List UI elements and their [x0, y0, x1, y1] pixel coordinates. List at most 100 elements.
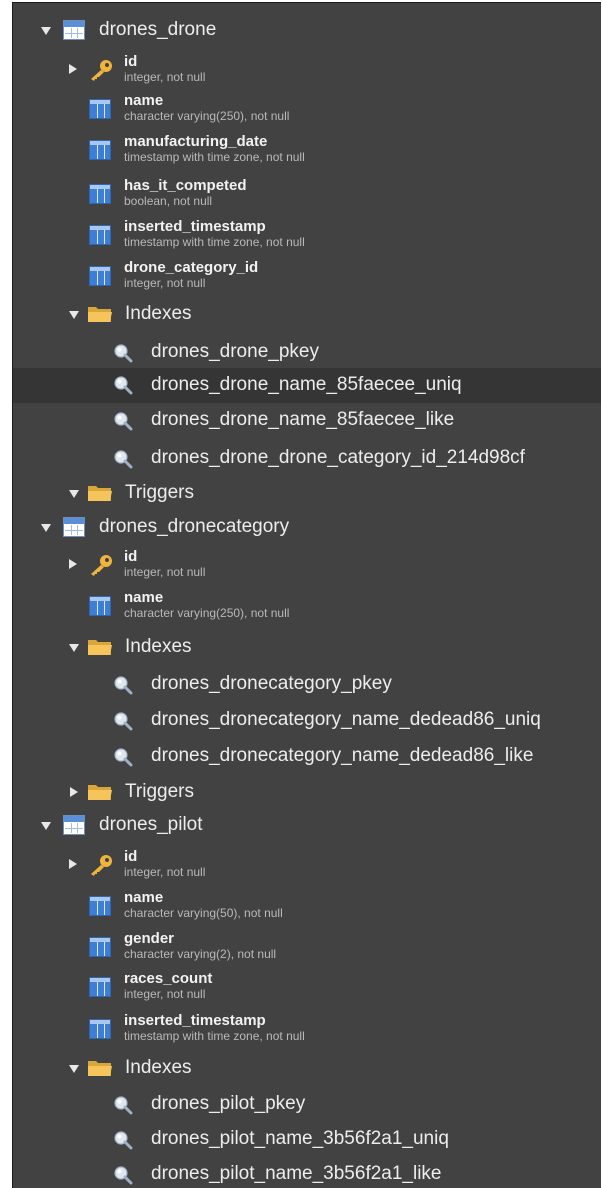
collapsed-triangle-icon[interactable] — [69, 64, 77, 74]
index-row[interactable]: drones_pilot_name_3b56f2a1_like — [13, 1159, 601, 1188]
column-name: id — [124, 548, 138, 565]
column-row-id[interactable]: id integer, not null — [13, 51, 601, 87]
key-icon — [91, 855, 112, 876]
column-row-id[interactable]: id integer, not null — [13, 546, 601, 582]
column-type: character varying(50), not null — [124, 906, 283, 920]
column-name: drone_category_id — [124, 259, 259, 276]
expanded-triangle-icon[interactable] — [69, 1065, 79, 1073]
column-row-inserted-timestamp[interactable]: inserted_timestamp timestamp with time z… — [13, 1010, 601, 1044]
indexes-label: Indexes — [125, 303, 192, 324]
table-icon — [63, 815, 85, 835]
index-row[interactable]: drones_drone_name_85faecee_like — [13, 405, 601, 437]
column-icon — [89, 266, 111, 286]
table-name: drones_dronecategory — [99, 516, 290, 537]
column-name: manufacturing_date — [124, 133, 268, 150]
column-name: gender — [124, 930, 175, 947]
index-row[interactable]: drones_drone_drone_category_id_214d98cf — [13, 443, 601, 475]
column-icon — [89, 896, 111, 916]
column-row-id[interactable]: id integer, not null — [13, 846, 601, 882]
index-name: drones_pilot_name_3b56f2a1_uniq — [151, 1128, 449, 1149]
column-name: name — [124, 889, 164, 906]
column-type: character varying(250), not null — [124, 109, 290, 123]
index-row-selected[interactable]: drones_drone_name_85faecee_uniq — [13, 368, 601, 403]
index-name: drones_pilot_name_3b56f2a1_like — [151, 1163, 442, 1184]
table-icon — [63, 20, 85, 40]
column-name: races_count — [124, 970, 213, 987]
schema-tree-panel: drones_drone id integer, not null name c… — [12, 2, 601, 1188]
expanded-triangle-icon[interactable] — [41, 27, 51, 35]
triggers-folder-row[interactable]: Triggers — [13, 777, 601, 809]
index-row[interactable]: drones_pilot_name_3b56f2a1_uniq — [13, 1124, 601, 1156]
column-name: has_it_competed — [124, 177, 247, 194]
index-name: drones_drone_name_85faecee_like — [151, 409, 455, 430]
indexes-label: Indexes — [125, 636, 192, 657]
index-row[interactable]: drones_pilot_pkey — [13, 1089, 601, 1121]
column-icon — [89, 1019, 111, 1039]
column-type: integer, not null — [124, 565, 206, 579]
triggers-label: Triggers — [125, 482, 194, 503]
index-search-icon — [114, 676, 133, 695]
column-row-name[interactable]: name character varying(250), not null — [13, 90, 601, 124]
column-name: id — [124, 53, 138, 70]
table-row-drones-drone[interactable]: drones_drone — [13, 15, 601, 47]
column-icon — [89, 225, 111, 245]
column-type: character varying(250), not null — [124, 606, 290, 620]
expanded-triangle-icon[interactable] — [69, 311, 79, 319]
key-icon — [91, 555, 112, 576]
column-type: integer, not null — [124, 865, 206, 879]
index-name: drones_drone_drone_category_id_214d98cf — [151, 447, 525, 468]
index-search-icon — [114, 412, 133, 431]
index-row[interactable]: drones_drone_pkey — [13, 337, 601, 369]
column-name: name — [124, 589, 164, 606]
table-row-drones-pilot[interactable]: drones_pilot — [13, 810, 601, 842]
column-icon — [89, 140, 111, 160]
column-type: timestamp with time zone, not null — [124, 1029, 305, 1043]
folder-icon — [88, 307, 112, 322]
column-row-inserted-timestamp[interactable]: inserted_timestamp timestamp with time z… — [13, 216, 601, 250]
indexes-folder-row[interactable]: Indexes — [13, 632, 601, 664]
expanded-triangle-icon[interactable] — [69, 490, 79, 498]
index-search-icon — [114, 1131, 133, 1150]
indexes-folder-row[interactable]: Indexes — [13, 299, 601, 331]
collapsed-triangle-icon[interactable] — [69, 859, 77, 869]
folder-icon — [88, 1061, 112, 1076]
column-type: integer, not null — [124, 70, 206, 84]
index-search-icon — [114, 748, 133, 767]
expanded-triangle-icon[interactable] — [41, 524, 51, 532]
table-row-drones-dronecategory[interactable]: drones_dronecategory — [13, 512, 601, 544]
indexes-label: Indexes — [125, 1057, 192, 1078]
collapsed-triangle-icon[interactable] — [70, 787, 78, 797]
index-search-icon — [114, 1096, 133, 1115]
table-name: drones_pilot — [99, 814, 203, 835]
column-name: inserted_timestamp — [124, 218, 266, 235]
column-row-gender[interactable]: gender character varying(2), not null — [13, 928, 601, 962]
collapsed-triangle-icon[interactable] — [69, 559, 77, 569]
table-name: drones_drone — [99, 19, 217, 40]
index-name: drones_dronecategory_name_dedead86_like — [151, 745, 534, 766]
column-row-name[interactable]: name character varying(250), not null — [13, 587, 601, 621]
index-row[interactable]: drones_dronecategory_pkey — [13, 669, 601, 701]
column-type: character varying(2), not null — [124, 947, 277, 961]
column-name: id — [124, 848, 138, 865]
expanded-triangle-icon[interactable] — [41, 822, 51, 830]
expanded-triangle-icon[interactable] — [69, 644, 79, 652]
column-icon — [89, 596, 111, 616]
index-search-icon — [114, 344, 133, 363]
column-row-manufacturing-date[interactable]: manufacturing_date timestamp with time z… — [13, 131, 601, 165]
column-row-races-count[interactable]: races_count integer, not null — [13, 968, 601, 1002]
indexes-folder-row[interactable]: Indexes — [13, 1053, 601, 1085]
column-type: boolean, not null — [124, 194, 213, 208]
column-icon — [89, 977, 111, 997]
index-row[interactable]: drones_dronecategory_name_dedead86_uniq — [13, 705, 601, 737]
column-row-drone-category-id[interactable]: drone_category_id integer, not null — [13, 257, 601, 291]
column-name: name — [124, 92, 164, 109]
column-icon — [89, 99, 111, 119]
folder-icon — [88, 640, 112, 655]
column-type: timestamp with time zone, not null — [124, 150, 305, 164]
column-row-name[interactable]: name character varying(50), not null — [13, 887, 601, 921]
triggers-folder-row[interactable]: Triggers — [13, 478, 601, 510]
column-row-has-it-competed[interactable]: has_it_competed boolean, not null — [13, 175, 601, 209]
index-name: drones_dronecategory_name_dedead86_uniq — [151, 709, 541, 730]
index-name: drones_drone_name_85faecee_uniq — [151, 374, 462, 395]
index-row[interactable]: drones_dronecategory_name_dedead86_like — [13, 741, 601, 773]
